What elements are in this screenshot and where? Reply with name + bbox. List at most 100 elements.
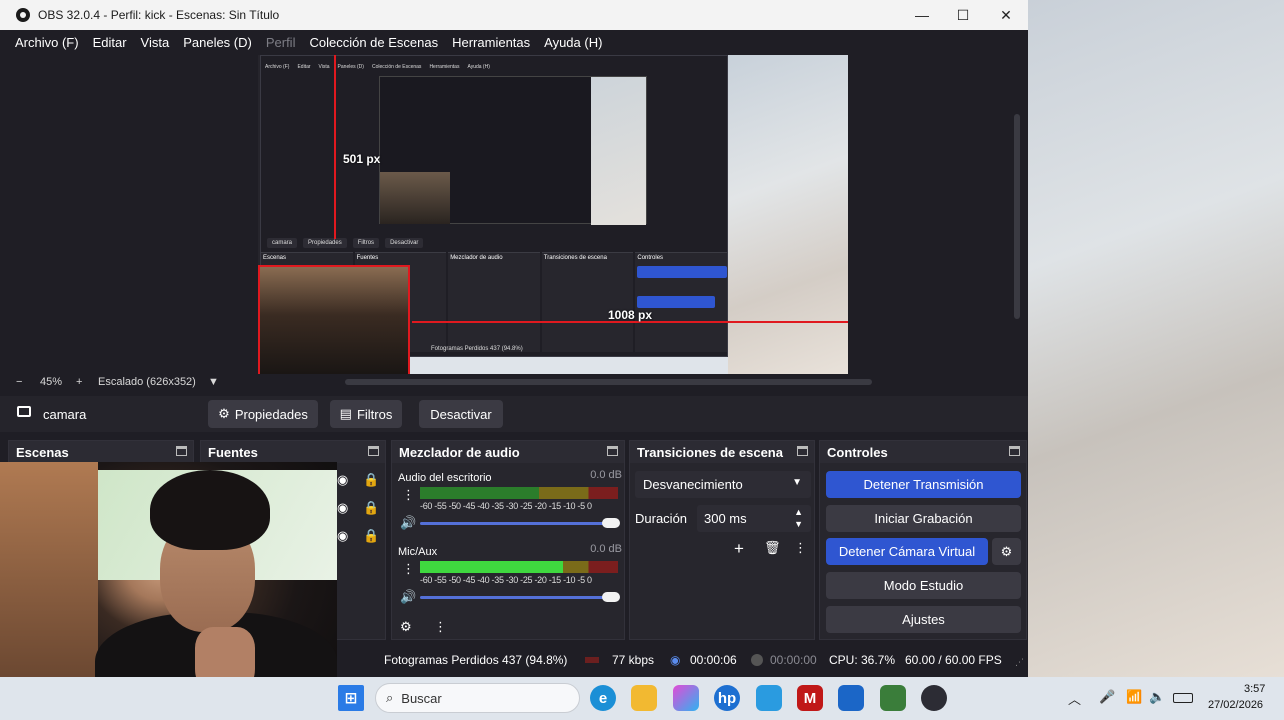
studio-mode-button[interactable]: Modo Estudio	[826, 572, 1021, 599]
nested-context-item: Propiedades	[303, 238, 347, 248]
wifi-icon[interactable]: 📶	[1126, 689, 1142, 705]
title-bar: OBS 32.0.4 - Perfil: kick - Escenas: Sin…	[0, 0, 1028, 30]
menu-ayuda[interactable]: Ayuda (H)	[537, 35, 609, 50]
nested-inner-capture	[379, 76, 647, 225]
speaker-icon[interactable]: 🔊	[400, 515, 416, 531]
preview-scrollbar-horizontal[interactable]	[345, 379, 872, 385]
menu-paneles[interactable]: Paneles (D)	[176, 35, 259, 50]
filters-button[interactable]: ▤ Filtros	[330, 400, 402, 428]
nested-dock: Transiciones de escena	[541, 252, 634, 352]
outlook-icon[interactable]	[838, 685, 864, 711]
store-icon[interactable]	[756, 685, 782, 711]
undock-icon[interactable]	[368, 446, 379, 456]
volume-knob[interactable]	[602, 518, 620, 528]
speaker-icon[interactable]: 🔊	[400, 589, 416, 605]
app-icon[interactable]	[880, 685, 906, 711]
menu-archivo[interactable]: Archivo (F)	[8, 35, 86, 50]
record-icon	[751, 654, 763, 666]
stop-virtual-cam-button[interactable]: Detener Cámara Virtual	[826, 538, 988, 565]
nested-context-bar: camara Propiedades Filtros Desactivar	[261, 236, 727, 250]
minimize-button[interactable]: —	[900, 0, 944, 30]
hp-icon[interactable]: hp	[714, 685, 740, 711]
preview-area[interactable]: Archivo (F) Editar Vista Paneles (D) Col…	[0, 54, 1028, 376]
lock-icon[interactable]: 🔒	[363, 528, 379, 544]
track-db: 0.0 dB	[590, 469, 622, 481]
volume-slider[interactable]	[420, 592, 620, 602]
cpu-usage: CPU: 36.7%	[829, 653, 896, 667]
stream-icon: ◉	[670, 653, 681, 667]
nested-camera	[591, 77, 646, 225]
menu-editar[interactable]: Editar	[86, 35, 134, 50]
deactivate-button[interactable]: Desactivar	[419, 400, 503, 428]
mixer-menu-icon[interactable]: ⋮	[434, 619, 447, 635]
mcafee-icon[interactable]: M	[797, 685, 823, 711]
copilot-icon[interactable]	[673, 685, 699, 711]
controls-dock: Controles Detener Transmisión Iniciar Gr…	[819, 440, 1027, 640]
edge-icon[interactable]: e	[590, 685, 616, 711]
lock-icon[interactable]: 🔒	[363, 472, 379, 488]
trash-icon[interactable]: 🗑	[764, 540, 781, 556]
menu-vista[interactable]: Vista	[134, 35, 177, 50]
obs-logo-icon	[16, 8, 30, 22]
track-menu-icon[interactable]: ⋮	[402, 487, 415, 503]
add-transition-icon[interactable]: +	[734, 539, 744, 559]
stop-stream-button[interactable]: Detener Transmisión	[826, 471, 1021, 498]
transition-menu-icon[interactable]: ⋮	[794, 540, 807, 556]
virtual-cam-settings-button[interactable]: ⚙	[992, 538, 1021, 565]
taskbar-search[interactable]: ⌕ Buscar	[375, 683, 580, 713]
bitrate-indicator-icon	[585, 657, 599, 663]
nested-menu-item: Paneles (D)	[337, 64, 364, 70]
dropped-frames: Fotogramas Perdidos 437 (94.8%)	[384, 653, 568, 667]
close-button[interactable]: ✕	[984, 0, 1028, 30]
eye-icon[interactable]: ◉	[337, 472, 348, 488]
volume-icon[interactable]: 🔈	[1149, 689, 1165, 705]
lock-icon[interactable]: 🔒	[363, 500, 379, 516]
eye-icon[interactable]: ◉	[337, 500, 348, 516]
properties-button[interactable]: ⚙ Propiedades	[208, 400, 318, 428]
start-record-button[interactable]: Iniciar Grabación	[826, 505, 1021, 532]
zoom-out-button[interactable]: −	[16, 376, 22, 388]
nested-menu-item: Archivo (F)	[265, 64, 290, 70]
battery-icon[interactable]	[1173, 693, 1193, 703]
zoom-in-button[interactable]: +	[76, 376, 82, 388]
menu-coleccion-escenas[interactable]: Colección de Escenas	[302, 35, 445, 50]
volume-knob[interactable]	[602, 592, 620, 602]
preview-scrollbar-vertical[interactable]	[1014, 114, 1020, 319]
resize-grip-icon[interactable]: ⋰	[1015, 657, 1024, 668]
volume-slider[interactable]	[420, 518, 620, 528]
selected-camera-source[interactable]	[258, 265, 410, 376]
nested-menu-bar: Archivo (F) Editar Vista Paneles (D) Col…	[261, 64, 727, 74]
transition-select[interactable]: Desvanecimiento ▼	[635, 471, 811, 498]
microphone-icon[interactable]: 🎤	[1099, 689, 1115, 705]
undock-icon[interactable]	[607, 446, 618, 456]
menu-perfil[interactable]: Perfil	[259, 35, 303, 50]
bitrate: 77 kbps	[612, 653, 655, 667]
undock-icon[interactable]	[1009, 446, 1020, 456]
mixer-track-desktop: Audio del escritorio 0.0 dB ⋮ -60 -55 -5…	[398, 469, 622, 539]
record-time: 00:00:00	[770, 653, 817, 667]
nested-dock: Mezclador de audio	[448, 252, 540, 352]
zoom-dropdown-icon[interactable]: ▼	[208, 376, 219, 388]
clock-date[interactable]: 27/02/2026	[1208, 699, 1263, 711]
undock-icon[interactable]	[797, 446, 808, 456]
windows-start-icon[interactable]: ⊞	[338, 685, 364, 711]
tray-overflow-icon[interactable]: ︿	[1068, 689, 1081, 708]
eye-icon[interactable]: ◉	[337, 528, 348, 544]
duration-input[interactable]: 300 ms ▲ ▼	[697, 505, 811, 532]
advanced-audio-icon[interactable]: ⚙	[400, 619, 412, 635]
menu-herramientas[interactable]: Herramientas	[445, 35, 537, 50]
clock-time[interactable]: 3:57	[1244, 683, 1265, 695]
preview-canvas[interactable]: Archivo (F) Editar Vista Paneles (D) Col…	[258, 55, 848, 376]
nested-status: Fotogramas Perdidos 437 (94.8%)	[431, 346, 523, 352]
spin-down-icon[interactable]: ▼	[794, 519, 803, 529]
undock-icon[interactable]	[176, 446, 187, 456]
settings-button[interactable]: Ajustes	[826, 606, 1021, 633]
maximize-button[interactable]: ☐	[941, 0, 985, 30]
mixer-track-mic: Mic/Aux 0.0 dB ⋮ -60 -55 -50 -45 -40 -35…	[398, 543, 622, 613]
file-explorer-icon[interactable]	[631, 685, 657, 711]
transitions-title: Transiciones de escena	[637, 444, 783, 460]
spin-up-icon[interactable]: ▲	[794, 507, 803, 517]
obs-icon[interactable]	[921, 685, 947, 711]
context-bar: camara ⚙ Propiedades ▤ Filtros Desactiva…	[0, 396, 1028, 432]
track-menu-icon[interactable]: ⋮	[402, 561, 415, 577]
